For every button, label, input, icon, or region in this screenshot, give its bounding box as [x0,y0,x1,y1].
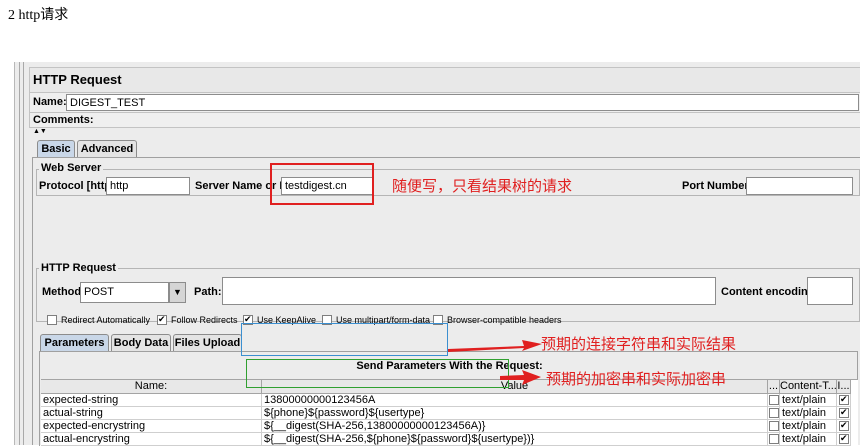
annotation-arrows [448,340,542,385]
arrow-icon [448,340,542,352]
arrow-icon [500,370,541,385]
